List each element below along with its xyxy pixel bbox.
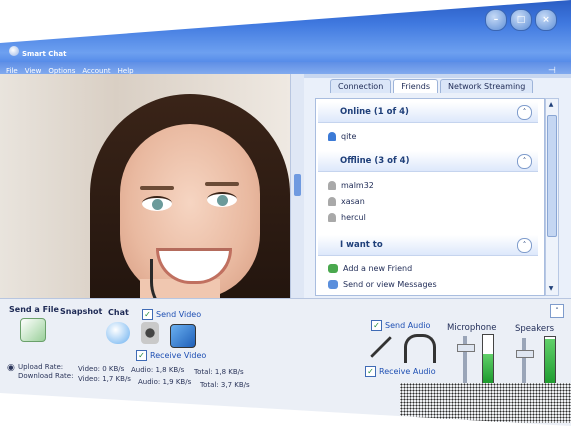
send-audio-label: Send Audio: [385, 321, 431, 330]
user-online-icon: [328, 132, 336, 141]
group-i-want-to[interactable]: I want to ˄: [318, 235, 538, 256]
slider-knob[interactable]: [516, 350, 534, 358]
maximize-button[interactable]: □: [510, 9, 532, 31]
group-offline-title: Offline (3 of 4): [340, 156, 410, 166]
video-person-brow-left: [140, 186, 174, 190]
collapse-controls-icon[interactable]: ˄: [550, 304, 564, 318]
action-label: Send or view Messages: [343, 280, 437, 289]
user-offline-icon: [328, 197, 336, 206]
send-file-icon[interactable]: [20, 318, 46, 342]
group-online[interactable]: Online (1 of 4) ˄: [318, 102, 538, 123]
tab-friends[interactable]: Friends: [393, 79, 439, 93]
chat-icon[interactable]: [106, 322, 130, 344]
user-offline-icon: [328, 213, 336, 222]
friend-offline[interactable]: hercul: [328, 213, 366, 222]
speakers-volume-slider[interactable]: [516, 338, 534, 386]
window-title: Smart Chat: [22, 50, 67, 58]
friend-name: malm32: [341, 181, 374, 190]
collapse-online-icon[interactable]: ˄: [517, 105, 532, 120]
send-file-label: Send a File: [9, 305, 59, 314]
friends-scrollbar[interactable]: ▲ ▼: [545, 98, 559, 296]
friend-name: xasan: [341, 197, 365, 206]
upload-audio-rate: Audio: 1,8 KB/s: [131, 366, 185, 374]
download-total-rate: Total: 3,7 KB/s: [200, 381, 250, 389]
friend-name: qite: [341, 132, 357, 141]
slider-knob[interactable]: [457, 344, 475, 352]
collapse-iwant-icon[interactable]: ˄: [517, 238, 532, 253]
friend-offline[interactable]: malm32: [328, 181, 374, 190]
action-messages[interactable]: Send or view Messages: [328, 280, 437, 289]
speakers-level-meter: [544, 336, 556, 386]
app-window: Smart Chat – □ × File View Options Accou…: [0, 0, 571, 426]
video-person-eye-right: [207, 192, 237, 207]
headset-mic-arm: [150, 259, 203, 298]
scroll-thumb[interactable]: [547, 115, 557, 237]
snapshot-label: Snapshot: [60, 307, 103, 316]
pane-header: [304, 74, 571, 78]
checkbox-box[interactable]: ✓: [142, 309, 153, 320]
microphone-label: Microphone: [447, 323, 497, 333]
video-view: [0, 74, 290, 298]
tab-connection[interactable]: Connection: [330, 79, 392, 93]
status-bar: ◉ Upload Rate: Download Rate: Video: 0 K…: [0, 362, 400, 389]
download-video-rate: Video: 1,7 KB/s: [78, 375, 131, 383]
upload-rate-label: Upload Rate:: [18, 363, 64, 371]
action-label: Add a new Friend: [343, 264, 413, 273]
minimize-button[interactable]: –: [485, 9, 507, 31]
action-add-friend[interactable]: Add a new Friend: [328, 264, 412, 273]
receive-video-checkbox[interactable]: ✓ Receive Video: [136, 350, 206, 361]
video-window-icon[interactable]: [170, 324, 196, 348]
messages-icon: [328, 280, 338, 289]
window-controls: – □ ×: [485, 9, 557, 31]
microphone-volume-slider[interactable]: [457, 336, 475, 384]
send-audio-checkbox[interactable]: ✓ Send Audio: [371, 320, 430, 331]
send-video-label: Send Video: [156, 310, 202, 319]
add-friend-icon: [328, 264, 338, 273]
webcam-icon[interactable]: [141, 322, 159, 344]
splitter-grip-icon[interactable]: [294, 174, 301, 196]
microphone-icon[interactable]: [370, 336, 392, 358]
meter-fill: [483, 354, 493, 383]
checkbox-box[interactable]: ✓: [371, 320, 382, 331]
chat-label: Chat: [108, 308, 129, 317]
meter-fill: [545, 339, 555, 385]
tab-network-streaming[interactable]: Network Streaming: [440, 79, 534, 93]
microphone-level-meter: [482, 334, 494, 384]
tab-strip: Connection Friends Network Streaming: [330, 79, 534, 93]
speakers-label: Speakers: [515, 324, 555, 334]
scroll-up-icon[interactable]: ▲: [547, 100, 555, 110]
upload-total-rate: Total: 1,8 KB/s: [194, 368, 244, 376]
friend-offline[interactable]: xasan: [328, 197, 365, 206]
video-person-brow-right: [205, 182, 239, 186]
user-offline-icon: [328, 181, 336, 190]
checkbox-box[interactable]: ✓: [136, 350, 147, 361]
receive-video-label: Receive Video: [150, 351, 207, 360]
friend-name: hercul: [341, 213, 366, 222]
group-online-title: Online (1 of 4): [340, 107, 409, 117]
status-icon: ◉: [7, 363, 15, 373]
close-button[interactable]: ×: [535, 9, 557, 31]
scroll-down-icon[interactable]: ▼: [547, 284, 555, 294]
send-video-checkbox[interactable]: ✓ Send Video: [142, 309, 201, 320]
network-activity-graph: [400, 383, 571, 423]
group-iwant-title: I want to: [340, 240, 383, 250]
collapse-offline-icon[interactable]: ˄: [517, 154, 532, 169]
headphones-icon[interactable]: [404, 334, 436, 363]
app-icon: [9, 46, 19, 56]
friend-online[interactable]: qite: [328, 132, 356, 141]
group-offline[interactable]: Offline (3 of 4) ˄: [318, 151, 538, 172]
download-audio-rate: Audio: 1,9 KB/s: [138, 378, 192, 386]
upload-video-rate: Video: 0 KB/s: [78, 365, 125, 373]
video-person-eye-left: [142, 196, 172, 211]
download-rate-label: Download Rate:: [18, 372, 74, 380]
